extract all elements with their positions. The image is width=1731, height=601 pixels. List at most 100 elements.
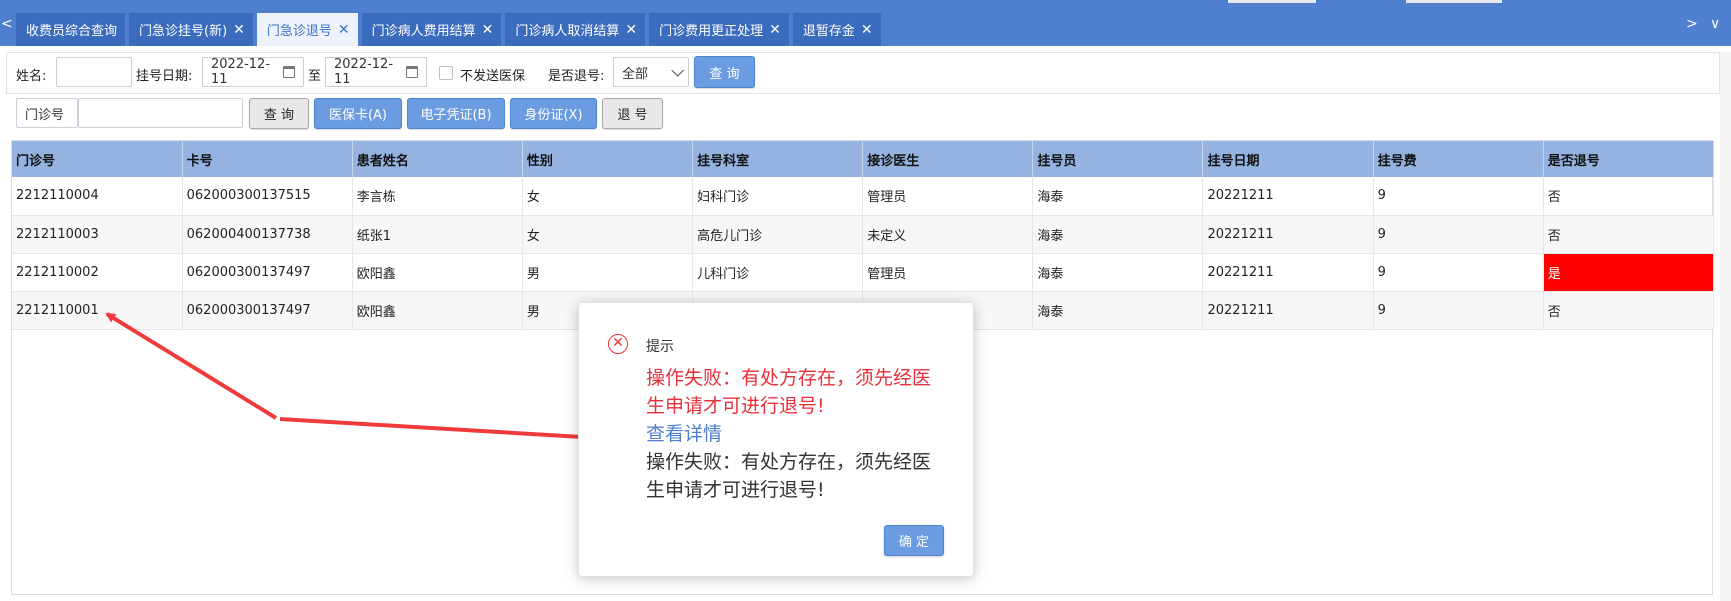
date-to-field[interactable]: 2022-12-11 xyxy=(325,57,427,87)
date-from-field[interactable]: 2022-12-11 xyxy=(202,57,304,87)
table-row[interactable]: 2212110002 062000300137497 欧阳鑫 男 儿科门诊 管理… xyxy=(12,253,1715,292)
error-dialog: ✕ 提示 操作失败：有处方存在，须先经医生申请才可进行退号! 查看详情 操作失败… xyxy=(578,302,974,577)
cell-card-no: 062000300137515 xyxy=(182,177,353,216)
column-header[interactable]: 挂号员 xyxy=(1032,141,1204,177)
cell-refunded: 否 xyxy=(1543,177,1715,216)
cell-department: 妇科门诊 xyxy=(692,177,864,216)
dialog-title: 提示 xyxy=(646,339,674,355)
date-from-value: 2022-12-11 xyxy=(211,57,271,87)
cell-doctor: 管理员 xyxy=(862,253,1034,292)
date-to-label: 至 xyxy=(308,69,322,84)
tab-menu-icon[interactable]: ∨ xyxy=(1710,16,1720,32)
calendar-icon[interactable] xyxy=(282,66,295,78)
column-header[interactable]: 是否退号 xyxy=(1543,141,1715,177)
cell-fee: 9 xyxy=(1373,215,1544,254)
name-input[interactable] xyxy=(56,57,132,87)
table-row[interactable]: 2212110004 062000300137515 李言栋 女 妇科门诊 管理… xyxy=(12,177,1715,216)
cell-refunded: 否 xyxy=(1543,291,1715,330)
error-detail-message: 操作失败：有处方存在，须先经医生申请才可进行退号! xyxy=(646,451,932,501)
cell-gender: 女 xyxy=(522,177,694,216)
name-label: 姓名: xyxy=(16,69,47,84)
cell-patient-name: 纸张1 xyxy=(352,215,523,254)
close-icon[interactable]: ✕ xyxy=(338,23,350,37)
column-header[interactable]: 性别 xyxy=(522,141,694,177)
view-details-link[interactable]: 查看详情 xyxy=(646,420,946,448)
tab-label: 门急诊挂号(新) xyxy=(139,24,228,39)
top-strip xyxy=(1406,0,1502,3)
tab-label: 收费员综合查询 xyxy=(26,24,118,39)
close-icon[interactable]: ✕ xyxy=(769,23,781,37)
tab-scroll-left-icon[interactable]: < xyxy=(1,16,13,32)
id-card-button[interactable]: 身份证(X) xyxy=(510,98,597,129)
column-header[interactable]: 挂号费 xyxy=(1373,141,1544,177)
cell-patient-name: 欧阳鑫 xyxy=(352,253,523,292)
cell-department: 儿科门诊 xyxy=(692,253,864,292)
tab-label: 门诊费用更正处理 xyxy=(659,24,764,39)
clinic-no-input[interactable] xyxy=(78,98,243,128)
e-voucher-button[interactable]: 电子凭证(B) xyxy=(407,98,505,129)
tab-cancel-settlement[interactable]: 门诊病人取消结算 ✕ xyxy=(505,13,646,46)
vertical-scrollbar[interactable] xyxy=(1720,52,1731,601)
tab-label: 门急诊退号 xyxy=(266,24,332,39)
tab-label: 门诊病人费用结算 xyxy=(371,24,476,39)
tab-fee-settlement[interactable]: 门诊病人费用结算 ✕ xyxy=(361,13,502,46)
cell-clinic-no: 2212110001 xyxy=(12,291,183,330)
is-refunded-value: 全部 xyxy=(622,66,649,82)
cell-date: 20221211 xyxy=(1202,253,1374,292)
cell-clinic-no: 2212110004 xyxy=(12,177,183,216)
cell-fee: 9 xyxy=(1373,291,1544,330)
tabs: 收费员综合查询 门急诊挂号(新) ✕ 门急诊退号 ✕ 门诊病人费用结算 ✕ 门诊… xyxy=(16,13,881,46)
cell-fee: 9 xyxy=(1373,253,1544,292)
column-header[interactable]: 挂号日期 xyxy=(1202,141,1374,177)
error-icon: ✕ xyxy=(608,334,628,354)
tab-scroll-right-icon[interactable]: > xyxy=(1686,16,1698,32)
column-header[interactable]: 挂号科室 xyxy=(692,141,864,177)
insurance-card-button[interactable]: 医保卡(A) xyxy=(314,98,402,129)
cell-card-no: 062000300137497 xyxy=(182,253,353,292)
top-strip xyxy=(1228,0,1316,3)
cell-refunded: 否 xyxy=(1543,215,1715,254)
no-insurance-checkbox[interactable] xyxy=(439,66,453,80)
tab-label: 门诊病人取消结算 xyxy=(515,24,620,39)
date-to-value: 2022-12-11 xyxy=(334,57,394,87)
cell-clinic-no: 2212110002 xyxy=(12,253,183,292)
lookup-query-button[interactable]: 查 询 xyxy=(249,98,309,129)
cell-registrar: 海泰 xyxy=(1032,253,1204,292)
tab-register-new[interactable]: 门急诊挂号(新) ✕ xyxy=(129,13,253,46)
tab-cashier-query[interactable]: 收费员综合查询 xyxy=(16,13,126,46)
tab-bar: < 收费员综合查询 门急诊挂号(新) ✕ 门急诊退号 ✕ 门诊病人费用结算 ✕ … xyxy=(0,0,1731,46)
table-row[interactable]: 2212110003 062000400137738 纸张1 女 高危儿门诊 未… xyxy=(12,215,1715,254)
cell-date: 20221211 xyxy=(1202,291,1374,330)
cell-date: 20221211 xyxy=(1202,215,1374,254)
column-header[interactable]: 卡号 xyxy=(182,141,353,177)
cell-date: 20221211 xyxy=(1202,177,1374,216)
no-insurance-label: 不发送医保 xyxy=(460,69,526,84)
query-button[interactable]: 查 询 xyxy=(694,56,755,88)
is-refunded-select[interactable]: 全部 xyxy=(613,57,689,87)
cell-gender: 女 xyxy=(522,215,694,254)
clinic-no-label: 门诊号 xyxy=(25,107,65,123)
cell-refunded: 是 xyxy=(1543,253,1715,292)
column-header[interactable]: 门诊号 xyxy=(12,141,183,177)
filter-bar: 姓名: 挂号日期: 2022-12-11 至 2022-12-11 不发送医保 … xyxy=(6,52,1720,94)
close-icon[interactable]: ✕ xyxy=(861,23,873,37)
cell-card-no: 062000300137497 xyxy=(182,291,353,330)
calendar-icon[interactable] xyxy=(405,66,418,78)
cell-doctor: 管理员 xyxy=(862,177,1034,216)
confirm-button[interactable]: 确 定 xyxy=(884,525,944,556)
table-header-row: 门诊号 卡号 患者姓名 性别 挂号科室 接诊医生 挂号员 挂号日期 挂号费 是否… xyxy=(12,141,1715,177)
tab-refund-register[interactable]: 门急诊退号 ✕ xyxy=(256,13,358,46)
close-icon[interactable]: ✕ xyxy=(233,23,245,37)
lookup-bar: 门诊号 查 询 医保卡(A) 电子凭证(B) 身份证(X) 退 号 xyxy=(6,94,1720,134)
column-header[interactable]: 患者姓名 xyxy=(352,141,523,177)
refund-button[interactable]: 退 号 xyxy=(602,98,663,129)
cell-patient-name: 李言栋 xyxy=(352,177,523,216)
column-header[interactable]: 接诊医生 xyxy=(862,141,1034,177)
tab-refund-deposit[interactable]: 退暂存金 ✕ xyxy=(792,13,881,46)
tab-fee-correction[interactable]: 门诊费用更正处理 ✕ xyxy=(649,13,789,46)
error-message: 操作失败：有处方存在，须先经医生申请才可进行退号! xyxy=(646,367,932,417)
cell-gender: 男 xyxy=(522,253,694,292)
close-icon[interactable]: ✕ xyxy=(625,23,637,37)
clinic-no-label-box: 门诊号 xyxy=(16,98,78,128)
close-icon[interactable]: ✕ xyxy=(482,23,494,37)
